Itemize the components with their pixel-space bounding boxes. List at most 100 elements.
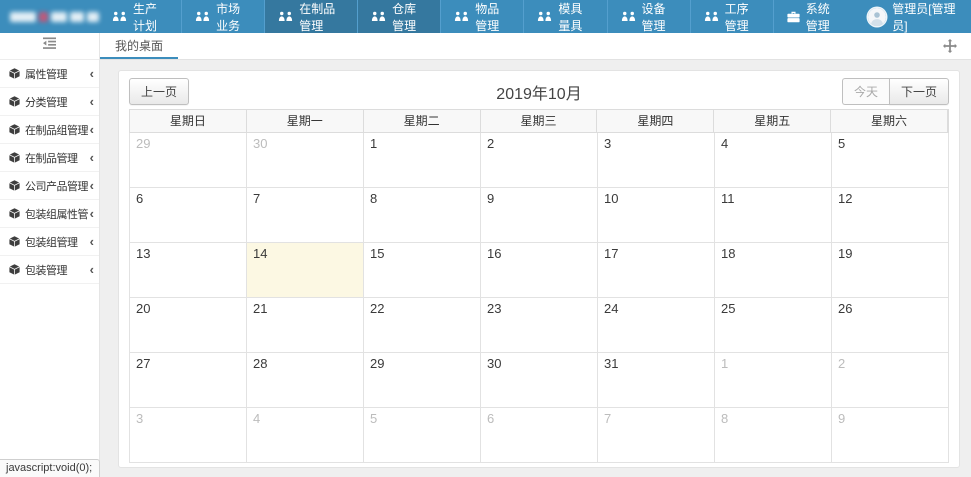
calendar-day-cell[interactable]: 6 — [130, 188, 247, 243]
day-number: 15 — [364, 243, 480, 261]
nav-menu-label: 工序管理 — [725, 0, 760, 34]
day-number: 26 — [832, 298, 948, 316]
calendar-day-cell[interactable]: 29 — [130, 133, 247, 188]
calendar-day-cell[interactable]: 6 — [481, 408, 598, 463]
sidebar-item-label: 在制品组管理 — [25, 122, 88, 138]
calendar-day-cell[interactable]: 22 — [364, 298, 481, 353]
nav-menu-item[interactable]: 设备管理 — [607, 0, 690, 33]
weekday-header: 星期三 — [481, 110, 598, 132]
calendar-day-cell[interactable]: 4 — [247, 408, 364, 463]
outdent-icon — [42, 37, 57, 55]
day-number: 6 — [481, 408, 597, 426]
logo-blur-shape — [70, 12, 84, 22]
calendar-day-cell[interactable]: 31 — [598, 353, 715, 408]
sidebar-item[interactable]: 包装组属性管理 ‹ — [0, 200, 99, 228]
sidebar-item[interactable]: 包装组管理 ‹ — [0, 228, 99, 256]
day-number: 16 — [481, 243, 597, 261]
calendar-day-cell[interactable]: 30 — [247, 133, 364, 188]
fullscreen-icon[interactable] — [943, 39, 957, 53]
sidebar-item-label: 包装组管理 — [25, 234, 88, 250]
nav-menu-item[interactable]: 仓库管理 — [357, 0, 440, 33]
weekday-header: 星期二 — [364, 110, 481, 132]
day-number: 27 — [130, 353, 246, 371]
today-button[interactable]: 今天 — [842, 78, 889, 105]
calendar-day-cell[interactable]: 3 — [130, 408, 247, 463]
calendar-day-cell[interactable]: 19 — [832, 243, 949, 298]
briefcase-icon — [787, 11, 800, 23]
day-number: 10 — [598, 188, 714, 206]
calendar-day-cell[interactable]: 27 — [130, 353, 247, 408]
sidebar-item[interactable]: 分类管理 ‹ — [0, 88, 99, 116]
calendar-day-cell[interactable]: 8 — [715, 408, 832, 463]
avatar — [868, 8, 886, 26]
box-icon — [9, 236, 20, 247]
calendar-day-cell[interactable]: 11 — [715, 188, 832, 243]
calendar-day-cell[interactable]: 9 — [832, 408, 949, 463]
calendar-day-cell[interactable]: 17 — [598, 243, 715, 298]
sidebar-item[interactable]: 包装管理 ‹ — [0, 256, 99, 284]
calendar-day-cell[interactable]: 14 — [247, 243, 364, 298]
day-number: 17 — [598, 243, 714, 261]
nav-menu-item[interactable]: 物品管理 — [440, 0, 523, 33]
nav-menu-item[interactable]: 在制品管理 — [264, 0, 357, 33]
calendar-day-cell[interactable]: 26 — [832, 298, 949, 353]
calendar-grid: 29 30 1 2 3 — [129, 133, 949, 463]
calendar-day-cell[interactable]: 28 — [247, 353, 364, 408]
calendar-day-cell[interactable]: 5 — [364, 408, 481, 463]
user-menu[interactable]: 管理员[管理员] — [854, 0, 971, 33]
calendar-day-cell[interactable]: 1 — [715, 353, 832, 408]
box-icon — [9, 264, 20, 275]
nav-menu-item[interactable]: 模具量具 — [523, 0, 606, 33]
calendar-day-cell[interactable]: 21 — [247, 298, 364, 353]
calendar-day-cell[interactable]: 2 — [481, 133, 598, 188]
day-number: 20 — [130, 298, 246, 316]
calendar-day-cell[interactable]: 9 — [481, 188, 598, 243]
sidebar-item[interactable]: 在制品组管理 ‹ — [0, 116, 99, 144]
nav-menu-item[interactable]: 工序管理 — [690, 0, 773, 33]
sidebar-item[interactable]: 属性管理 ‹ — [0, 60, 99, 88]
calendar-day-cell[interactable]: 29 — [364, 353, 481, 408]
next-page-button[interactable]: 下一页 — [889, 78, 949, 105]
calendar-day-cell[interactable]: 20 — [130, 298, 247, 353]
people-icon — [112, 11, 127, 22]
calendar-day-cell[interactable]: 24 — [598, 298, 715, 353]
calendar-day-cell[interactable]: 7 — [247, 188, 364, 243]
calendar-day-cell[interactable]: 4 — [715, 133, 832, 188]
nav-menu-item[interactable]: 系统管理 — [773, 0, 855, 33]
people-icon — [278, 11, 293, 22]
sidebar-item-label: 包装组属性管理 — [25, 206, 88, 222]
calendar-day-cell[interactable]: 2 — [832, 353, 949, 408]
calendar-day-cell[interactable]: 25 — [715, 298, 832, 353]
sidebar-item-label: 公司产品管理 — [25, 178, 88, 194]
app-logo[interactable] — [0, 0, 99, 33]
nav-menu-item[interactable]: 市场业务 — [181, 0, 264, 33]
day-number: 7 — [247, 188, 363, 206]
calendar-day-cell[interactable]: 12 — [832, 188, 949, 243]
calendar-day-cell[interactable]: 1 — [364, 133, 481, 188]
calendar-day-cell[interactable]: 15 — [364, 243, 481, 298]
calendar-day-cell[interactable]: 5 — [832, 133, 949, 188]
sidebar-menu: 属性管理 ‹ 分类管理 ‹ — [0, 60, 99, 284]
day-number: 28 — [247, 353, 363, 371]
calendar-day-cell[interactable]: 7 — [598, 408, 715, 463]
sidebar-collapse-toggle[interactable] — [0, 33, 99, 60]
calendar-day-cell[interactable]: 3 — [598, 133, 715, 188]
day-number: 5 — [832, 133, 948, 151]
sidebar-item[interactable]: 公司产品管理 ‹ — [0, 172, 99, 200]
sidebar-item-label: 属性管理 — [25, 66, 88, 82]
calendar-day-cell[interactable]: 18 — [715, 243, 832, 298]
calendar-day-cell[interactable]: 13 — [130, 243, 247, 298]
sidebar-item[interactable]: 在制品管理 ‹ — [0, 144, 99, 172]
calendar-day-cell[interactable]: 23 — [481, 298, 598, 353]
calendar-day-cell[interactable]: 30 — [481, 353, 598, 408]
nav-menu-label: 系统管理 — [806, 0, 842, 34]
chevron-left-icon: ‹ — [90, 179, 94, 192]
calendar-day-cell[interactable]: 16 — [481, 243, 598, 298]
calendar-day-cell[interactable]: 10 — [598, 188, 715, 243]
tab-my-desktop[interactable]: 我的桌面 — [100, 33, 178, 59]
logo-blur-shape — [51, 12, 67, 22]
nav-menu-label: 仓库管理 — [392, 0, 427, 34]
nav-menu-item[interactable]: 生产计划 — [99, 0, 181, 33]
calendar-day-cell[interactable]: 8 — [364, 188, 481, 243]
people-icon — [371, 11, 386, 22]
